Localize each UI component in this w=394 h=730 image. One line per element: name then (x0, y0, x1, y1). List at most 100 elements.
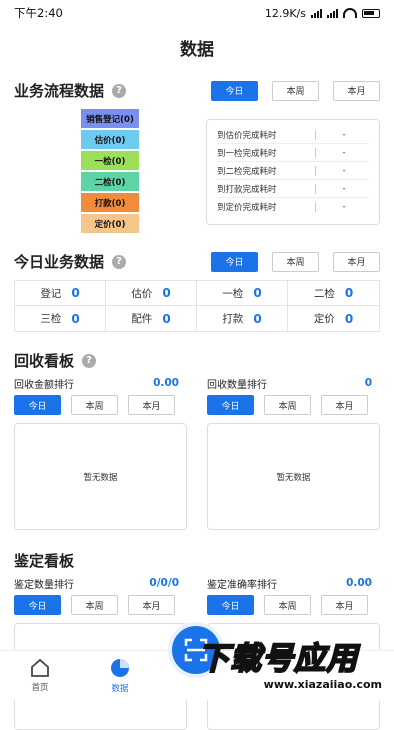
timing-value: - (342, 202, 346, 212)
divider (314, 129, 316, 140)
appraisal-section-header: 鉴定看板 (0, 550, 394, 571)
flow-stage: 打款(0) (81, 193, 139, 212)
stat-cell[interactable]: 估价 0 (106, 281, 197, 306)
recycle-section-header: 回收看板 ? (0, 350, 394, 371)
timing-row: 到二检完成耗时 - (217, 162, 369, 180)
tab-today[interactable]: 今日 (207, 395, 254, 415)
tab-today[interactable]: 今日 (211, 80, 258, 101)
status-time: 下午2:40 (14, 6, 63, 20)
signal-icon (311, 8, 322, 18)
timing-row: 到打款完成耗时 - (217, 180, 369, 198)
home-icon (31, 658, 49, 677)
tab-month[interactable]: 本月 (333, 251, 380, 272)
nav-item-data[interactable]: 数据 (80, 651, 160, 700)
flow-title: 业务流程数据 ? (14, 80, 127, 101)
nav-item-home[interactable]: 首页 (0, 651, 80, 700)
flow-period-tabs: 今日 本周 本月 (211, 80, 380, 101)
nav-label-home: 首页 (31, 683, 49, 693)
network-speed: 12.9K/s (264, 6, 306, 20)
today-title: 今日业务数据 ? (14, 251, 127, 272)
empty-state: 暂无数据 (14, 423, 187, 530)
stat-value: 0 (253, 286, 262, 300)
tab-week[interactable]: 本周 (264, 595, 311, 615)
help-icon[interactable]: ? (112, 254, 127, 269)
timing-label: 到定价完成耗时 (217, 203, 277, 213)
stat-cell[interactable]: 二检 0 (288, 281, 379, 306)
tab-month[interactable]: 本月 (128, 595, 175, 615)
today-title-text: 今日业务数据 (14, 253, 105, 271)
tab-week[interactable]: 本周 (272, 251, 319, 272)
tab-month[interactable]: 本月 (128, 395, 175, 415)
pie-chart-icon (111, 659, 129, 677)
recycle-amount-value: 0.00 (153, 377, 179, 389)
tab-month[interactable]: 本月 (321, 395, 368, 415)
recycle-board: 回收金额排行 0.00 今日 本周 本月 暂无数据 回收数量排行 0 今日 本周… (0, 375, 394, 530)
tab-month[interactable]: 本月 (333, 80, 380, 101)
flow-body: 销售登记(0) 估价(0) 一检(0) 二检(0) 打款(0) 定价(0) 到估价完成耗时… (0, 109, 394, 235)
flow-stages: 销售登记(0) 估价(0) 一检(0) 二检(0) 打款(0) 定价(0) (14, 109, 206, 235)
flow-stage: 一检(0) (81, 151, 139, 170)
timing-value: - (342, 129, 346, 140)
watermark: 下载号应用 www.xiazaiiao.com (197, 640, 388, 696)
status-icons: 12.9K/s (265, 7, 380, 20)
appraisal-title: 鉴定看板 (14, 550, 74, 571)
flow-section-header: 业务流程数据 ? 今日 本周 本月 (0, 80, 394, 101)
tab-week[interactable]: 本周 (264, 395, 311, 415)
tab-today[interactable]: 今日 (211, 251, 258, 272)
tab-week[interactable]: 本周 (272, 80, 319, 101)
stat-cell[interactable]: 一检 0 (197, 281, 288, 306)
divider (314, 202, 316, 212)
tab-today[interactable]: 今日 (14, 595, 61, 615)
page-title: 数据 (180, 40, 214, 60)
tab-today[interactable]: 今日 (14, 395, 61, 415)
stat-label: 配件 (131, 313, 153, 325)
appraisal-accuracy-tabs: 今日 本周 本月 (207, 595, 380, 615)
stat-label: 估价 (131, 287, 153, 300)
tab-today[interactable]: 今日 (207, 595, 254, 615)
battery-icon (362, 8, 380, 18)
stat-label: 打款 (222, 313, 244, 325)
divider (314, 147, 316, 158)
recycle-count-tabs: 今日 本周 本月 (207, 395, 380, 415)
recycle-amount-tabs: 今日 本周 本月 (14, 395, 187, 415)
flow-title-text: 业务流程数据 (14, 82, 105, 100)
recycle-count-value: 0 (364, 377, 372, 389)
tab-week[interactable]: 本周 (71, 395, 118, 415)
tab-week[interactable]: 本周 (71, 595, 118, 615)
stat-label: 登记 (40, 287, 62, 300)
stat-label: 一检 (222, 287, 244, 300)
timing-value: - (342, 147, 346, 158)
appraisal-accuracy-label: 鉴定准确率排行 (207, 579, 277, 591)
signal-icon-2 (327, 8, 338, 18)
timing-label: 到估价完成耗时 (217, 130, 277, 141)
timing-row: 到定价完成耗时 - (217, 198, 369, 216)
stat-cell[interactable]: 定价 0 (288, 306, 379, 331)
timing-value: - (342, 165, 346, 176)
status-bar: 下午2:40 12.9K/s (0, 0, 394, 26)
tab-month[interactable]: 本月 (321, 595, 368, 615)
watermark-url: www.xiazaiiao.com (263, 678, 382, 691)
watermark-text: 下载号应用 (197, 640, 358, 678)
flow-stage: 销售登记(0) (81, 109, 139, 128)
flow-stage: 定价(0) (81, 214, 139, 233)
appraisal-count-value: 0/0/0 (149, 577, 179, 589)
appraisal-count-tabs: 今日 本周 本月 (14, 595, 187, 615)
help-icon[interactable]: ? (82, 353, 97, 368)
stat-label: 定价 (313, 313, 335, 325)
appraisal-count-label: 鉴定数量排行 (14, 579, 74, 591)
today-section-header: 今日业务数据 ? 今日 本周 本月 (0, 251, 394, 272)
divider (314, 165, 316, 176)
stat-label: 三检 (40, 313, 62, 325)
flow-stage: 估价(0) (81, 130, 139, 149)
stat-cell[interactable]: 登记 0 (15, 281, 106, 306)
recycle-title: 回收看板 ? (14, 350, 97, 371)
stat-cell[interactable]: 三检 0 (15, 306, 106, 331)
recycle-title-text: 回收看板 (14, 352, 75, 370)
help-icon[interactable]: ? (112, 83, 127, 98)
wifi-icon (343, 8, 357, 18)
stat-cell[interactable]: 配件 0 (106, 306, 197, 331)
empty-state: 暂无数据 (207, 423, 380, 530)
stat-label: 二检 (313, 287, 335, 300)
stat-value: 0 (162, 286, 171, 300)
stat-cell[interactable]: 打款 0 (197, 306, 288, 331)
